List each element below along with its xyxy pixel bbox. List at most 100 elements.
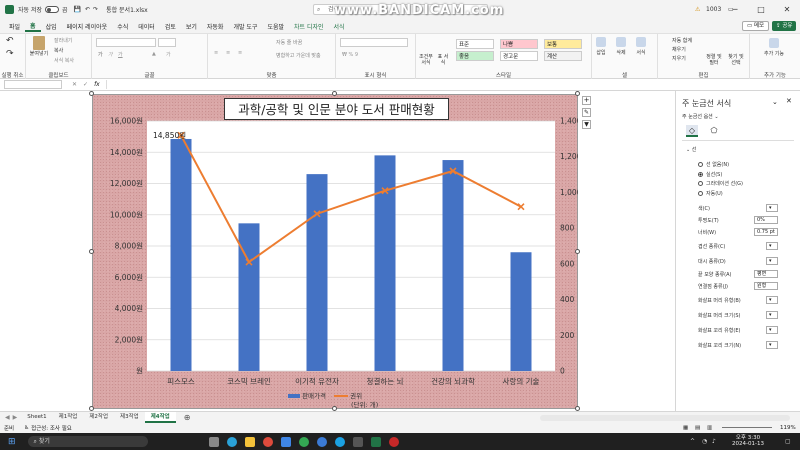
undo-quick-icon[interactable]: ↶ bbox=[85, 6, 90, 13]
fill-line-tab-icon[interactable]: ◇ bbox=[686, 125, 698, 137]
radio-button[interactable] bbox=[698, 190, 703, 196]
tab-file[interactable]: 파일 bbox=[4, 22, 25, 31]
enter-formula-icon[interactable]: ✓ bbox=[83, 81, 88, 88]
table-format-button[interactable]: 표 서식 bbox=[436, 54, 450, 66]
tab-scroll-right-icon[interactable]: ▶ bbox=[13, 414, 18, 421]
add-sheet-icon[interactable]: ⊕ bbox=[184, 413, 191, 422]
page-break-view-icon[interactable]: ▥ bbox=[707, 425, 712, 431]
font-name-select[interactable] bbox=[96, 38, 156, 47]
pane-collapse-icon[interactable]: ⌄ bbox=[772, 98, 778, 106]
pane-subtitle-chevron-icon[interactable]: ⌄ bbox=[714, 114, 718, 120]
tab-chart-design[interactable]: 차트 디자인 bbox=[289, 22, 329, 31]
find-select-button[interactable]: 찾기 및 선택 bbox=[726, 54, 746, 66]
chrome-icon[interactable] bbox=[263, 436, 273, 447]
bar-5[interactable] bbox=[510, 252, 532, 371]
tab-scroll-left-icon[interactable]: ◀ bbox=[5, 414, 10, 421]
taskbar-search[interactable]: ⌕ 찾기 bbox=[27, 436, 148, 447]
warning-icon[interactable]: ⚠ bbox=[695, 6, 700, 13]
addins-button[interactable]: 추가 기능 bbox=[764, 38, 784, 57]
autosum-button[interactable]: 자동 합계 bbox=[672, 37, 692, 44]
bar-2[interactable] bbox=[306, 174, 328, 371]
pane-prop-value[interactable]: 0% bbox=[754, 216, 778, 224]
sheet-tab-4[interactable]: 제3작업 bbox=[114, 412, 145, 423]
pane-prop-value[interactable]: 평면 bbox=[754, 270, 778, 278]
style-calc[interactable]: 계산 bbox=[544, 51, 582, 61]
edge-alt-icon[interactable] bbox=[335, 436, 345, 447]
chrome-alt-icon[interactable] bbox=[299, 436, 309, 447]
bar-4[interactable] bbox=[442, 160, 464, 371]
chart-title-box[interactable]: 과학/공학 및 인문 분야 도서 판매현황 bbox=[224, 98, 449, 120]
chart-styles-icon[interactable]: ✎ bbox=[582, 108, 591, 117]
copy-button[interactable]: 복사 bbox=[54, 47, 63, 54]
zoom-level[interactable]: 119% bbox=[780, 425, 796, 431]
task-view-icon[interactable] bbox=[209, 436, 219, 447]
align-center-icon[interactable]: ≡ bbox=[226, 50, 230, 56]
merge-center-button[interactable]: 병합하고 가운데 맞춤 bbox=[276, 52, 321, 59]
chart-area[interactable]: 원 2,000원 4,000원 6,000원 8,000원 10,000원 12,000원 1… bbox=[92, 94, 578, 409]
accessibility-icon[interactable]: ♿ bbox=[24, 425, 29, 431]
tab-developer[interactable]: 개발 도구 bbox=[228, 22, 262, 31]
sort-filter-button[interactable]: 정렬 및 필터 bbox=[704, 54, 724, 66]
radio-button[interactable] bbox=[698, 162, 703, 167]
conditional-format-button[interactable]: 조건부 서식 bbox=[418, 54, 434, 66]
style-good[interactable]: 좋음 bbox=[456, 51, 494, 61]
resize-handle-ml[interactable] bbox=[89, 249, 94, 254]
store-icon[interactable] bbox=[281, 436, 291, 447]
horizontal-scrollbar[interactable] bbox=[540, 415, 790, 421]
fx-label[interactable]: fx bbox=[94, 81, 100, 88]
line-option-1[interactable]: 실선(S) bbox=[698, 171, 800, 178]
line-option-3[interactable]: 자동(U) bbox=[698, 190, 800, 197]
bold-icon[interactable]: 가 bbox=[98, 51, 103, 58]
record-icon[interactable] bbox=[389, 436, 399, 447]
pane-close-icon[interactable]: ✕ bbox=[786, 97, 792, 105]
tab-data[interactable]: 데이터 bbox=[133, 22, 160, 31]
line-option-0[interactable]: 선 없음(N) bbox=[698, 161, 800, 168]
undo-icon[interactable]: ↶ bbox=[6, 36, 14, 46]
font-size-select[interactable] bbox=[158, 38, 176, 47]
currency-icon[interactable]: ₩ % 9 bbox=[342, 52, 358, 58]
chart-elements-icon[interactable]: + bbox=[582, 96, 591, 105]
clock-date[interactable]: 2024-01-13 bbox=[732, 441, 764, 447]
normal-view-icon[interactable]: ▦ bbox=[683, 425, 688, 431]
sheet-tab-1[interactable]: Sheet1 bbox=[21, 412, 52, 423]
pane-prop-value[interactable]: 원형 bbox=[754, 282, 778, 290]
pane-prop-dropdown-icon[interactable]: ▾ bbox=[766, 257, 778, 265]
resize-handle-tr[interactable] bbox=[575, 91, 580, 96]
resize-handle-mr[interactable] bbox=[575, 249, 580, 254]
redo-icon[interactable]: ↷ bbox=[6, 49, 14, 59]
volume-icon[interactable]: ♪ bbox=[712, 438, 716, 445]
pane-prop-dropdown-icon[interactable]: ▾ bbox=[766, 311, 778, 319]
chart-filter-icon[interactable]: ▼ bbox=[582, 120, 591, 129]
format-cells-button[interactable]: 서식 bbox=[636, 37, 646, 56]
share-button[interactable]: ⇪ 공유 bbox=[772, 21, 797, 31]
delete-cells-button[interactable]: 삭제 bbox=[616, 37, 626, 56]
formula-input[interactable] bbox=[105, 80, 800, 89]
style-neutral-1[interactable]: 보통 bbox=[544, 39, 582, 49]
style-warning[interactable]: 경고문 bbox=[500, 51, 538, 61]
radio-button[interactable] bbox=[698, 171, 703, 177]
app-blue-icon[interactable] bbox=[317, 436, 327, 447]
number-format-select[interactable] bbox=[340, 38, 408, 47]
bar-0[interactable] bbox=[170, 138, 192, 371]
pane-subtitle[interactable]: 주 눈금선 옵션 bbox=[682, 114, 713, 120]
align-right-icon[interactable]: ≡ bbox=[238, 50, 242, 56]
clear-button[interactable]: 지우기 bbox=[672, 55, 686, 62]
style-bad[interactable]: 나쁨 bbox=[500, 39, 538, 49]
notifications-icon[interactable]: ▢ bbox=[785, 438, 791, 445]
network-icon[interactable]: ◔ bbox=[702, 438, 707, 445]
redo-quick-icon[interactable]: ↷ bbox=[93, 6, 98, 13]
windows-start-icon[interactable]: ⊞ bbox=[8, 437, 16, 447]
font-color-icon[interactable]: 가 bbox=[166, 51, 171, 58]
excel-taskbar-icon[interactable] bbox=[371, 436, 381, 447]
cut-button[interactable]: 잘라내기 bbox=[54, 37, 72, 44]
data-label[interactable]: 14,850원 bbox=[153, 130, 186, 141]
close-icon[interactable]: ✕ bbox=[774, 0, 800, 19]
pane-prop-dropdown-icon[interactable]: ▾ bbox=[766, 341, 778, 349]
memo-button[interactable]: ▭ 메모 bbox=[742, 21, 770, 31]
status-accessibility[interactable]: 접근성: 조사 필요 bbox=[31, 424, 72, 432]
zoom-slider[interactable] bbox=[722, 427, 772, 428]
line-option-2[interactable]: 그라데이션 선(G) bbox=[698, 180, 800, 187]
chart-svg[interactable]: 원 2,000원 4,000원 6,000원 8,000원 10,000원 12,000원 1… bbox=[92, 94, 578, 409]
autosave-toggle[interactable] bbox=[45, 6, 59, 13]
name-box[interactable] bbox=[4, 80, 62, 89]
